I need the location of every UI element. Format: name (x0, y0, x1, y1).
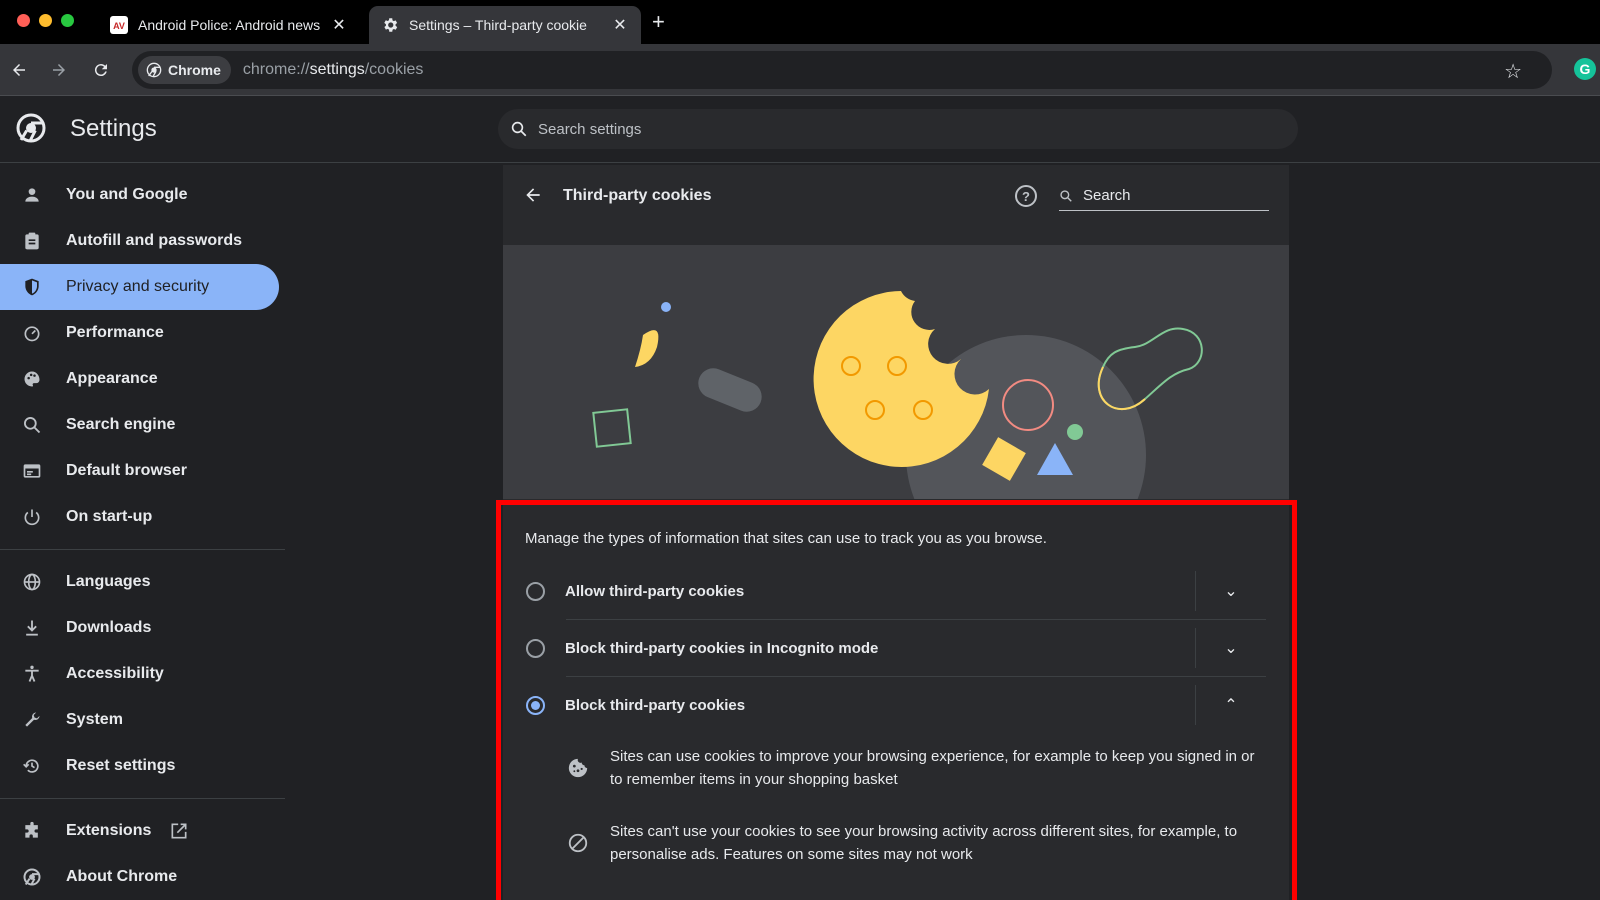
detail-item: Sites can use cookies to improve your br… (566, 745, 1266, 791)
download-icon (20, 616, 44, 640)
browser-toolbar: Chrome chrome://settings/cookies ☆ G (0, 44, 1600, 96)
reload-button[interactable] (89, 58, 113, 82)
sidebar-item-privacy-and-security[interactable]: Privacy and security (0, 264, 279, 310)
back-button[interactable] (7, 58, 31, 82)
back-arrow-icon[interactable] (523, 185, 543, 211)
sidebar-item-downloads[interactable]: Downloads (0, 605, 290, 651)
panel-search-input[interactable] (1083, 187, 1253, 204)
panel-description: Manage the types of information that sit… (525, 530, 1047, 547)
sidebar-item-about-chrome[interactable]: About Chrome (0, 854, 290, 900)
tab-settings[interactable]: Settings – Third-party cookie ✕ (369, 6, 641, 44)
tab-title: Settings – Third-party cookie (409, 17, 587, 33)
search-settings-input[interactable] (538, 120, 1238, 138)
chrome-logo-icon (146, 62, 162, 78)
person-icon (20, 183, 44, 207)
url-text: chrome://settings/cookies (242, 61, 424, 78)
sidebar-item-you-and-google[interactable]: You and Google (0, 172, 290, 218)
clipboard-icon (20, 229, 44, 253)
chrome-logo-icon (16, 113, 46, 143)
option-block-incognito[interactable]: Block third-party cookies in Incognito m… (522, 620, 1266, 676)
cookie-illustration (503, 245, 1289, 499)
close-window-button[interactable] (17, 14, 30, 27)
tab-android-police[interactable]: AV Android Police: Android news ✕ (98, 6, 360, 44)
sidebar-item-accessibility[interactable]: Accessibility (0, 651, 290, 697)
option-block-third-party-cookies[interactable]: Block third-party cookies ⌃ (522, 677, 1266, 733)
panel-title: Third-party cookies (563, 187, 712, 204)
sidebar-divider (0, 798, 285, 799)
chevron-down-icon[interactable]: ⌄ (1196, 581, 1266, 601)
search-icon (510, 120, 528, 138)
external-link-icon (169, 821, 189, 841)
sidebar-item-default-browser[interactable]: Default browser (0, 448, 290, 494)
tab-title: Android Police: Android news (138, 17, 321, 33)
forward-button[interactable] (47, 58, 71, 82)
sidebar-item-performance[interactable]: Performance (0, 310, 290, 356)
puzzle-icon (20, 819, 44, 843)
detail-item: Sites can't use your cookies to see your… (566, 820, 1266, 866)
sidebar-item-autofill[interactable]: Autofill and passwords (0, 218, 290, 264)
maximize-window-button[interactable] (61, 14, 74, 27)
radio-button[interactable] (526, 581, 545, 601)
block-icon (566, 831, 590, 855)
chevron-down-icon[interactable]: ⌄ (1196, 638, 1266, 658)
search-icon (20, 413, 44, 437)
power-icon (20, 505, 44, 529)
grammarly-extension-icon[interactable]: G (1574, 58, 1596, 80)
gear-icon (381, 16, 399, 34)
accessibility-icon (20, 662, 44, 686)
sidebar-divider (0, 549, 285, 550)
history-icon (20, 754, 44, 778)
sidebar-item-languages[interactable]: Languages (0, 559, 290, 605)
radio-button-selected[interactable] (526, 695, 545, 715)
close-tab-icon[interactable]: ✕ (330, 15, 348, 35)
wrench-icon (20, 708, 44, 732)
settings-search[interactable] (498, 109, 1298, 149)
close-tab-icon[interactable]: ✕ (611, 15, 629, 35)
new-tab-button[interactable]: + (652, 9, 665, 35)
shield-icon (20, 275, 44, 299)
sidebar-item-system[interactable]: System (0, 697, 290, 743)
chrome-logo-icon (20, 865, 44, 889)
page-title: Settings (70, 115, 157, 142)
sidebar-item-reset-settings[interactable]: Reset settings (0, 743, 290, 789)
site-info-chip[interactable]: Chrome (138, 56, 231, 84)
sidebar-nav: You and Google Autofill and passwords Pr… (0, 172, 290, 900)
android-police-icon: AV (110, 16, 128, 34)
speedometer-icon (20, 321, 44, 345)
palette-icon (20, 367, 44, 391)
cookie-icon (566, 756, 590, 780)
address-bar[interactable]: Chrome chrome://settings/cookies ☆ (132, 51, 1552, 89)
sidebar-item-search-engine[interactable]: Search engine (0, 402, 290, 448)
option-allow-third-party-cookies[interactable]: Allow third-party cookies ⌄ (522, 563, 1266, 619)
panel-search[interactable] (1059, 181, 1269, 211)
minimize-window-button[interactable] (39, 14, 52, 27)
help-icon[interactable]: ? (1015, 185, 1037, 207)
settings-header: Settings (0, 97, 1600, 163)
search-icon (1059, 189, 1073, 203)
chip-label: Chrome (168, 62, 221, 78)
bookmark-star-icon[interactable]: ☆ (1504, 59, 1522, 84)
svg-text:AV: AV (113, 21, 125, 31)
sidebar-item-on-start-up[interactable]: On start-up (0, 494, 290, 540)
sidebar-item-extensions[interactable]: Extensions (0, 808, 290, 854)
globe-icon (20, 570, 44, 594)
browser-window-icon (20, 459, 44, 483)
chevron-up-icon[interactable]: ⌃ (1196, 695, 1266, 715)
tab-strip: AV Android Police: Android news ✕ Settin… (0, 0, 1600, 44)
radio-button[interactable] (526, 638, 545, 658)
sidebar-item-appearance[interactable]: Appearance (0, 356, 290, 402)
panel-header: Third-party cookies ? (503, 165, 1289, 245)
